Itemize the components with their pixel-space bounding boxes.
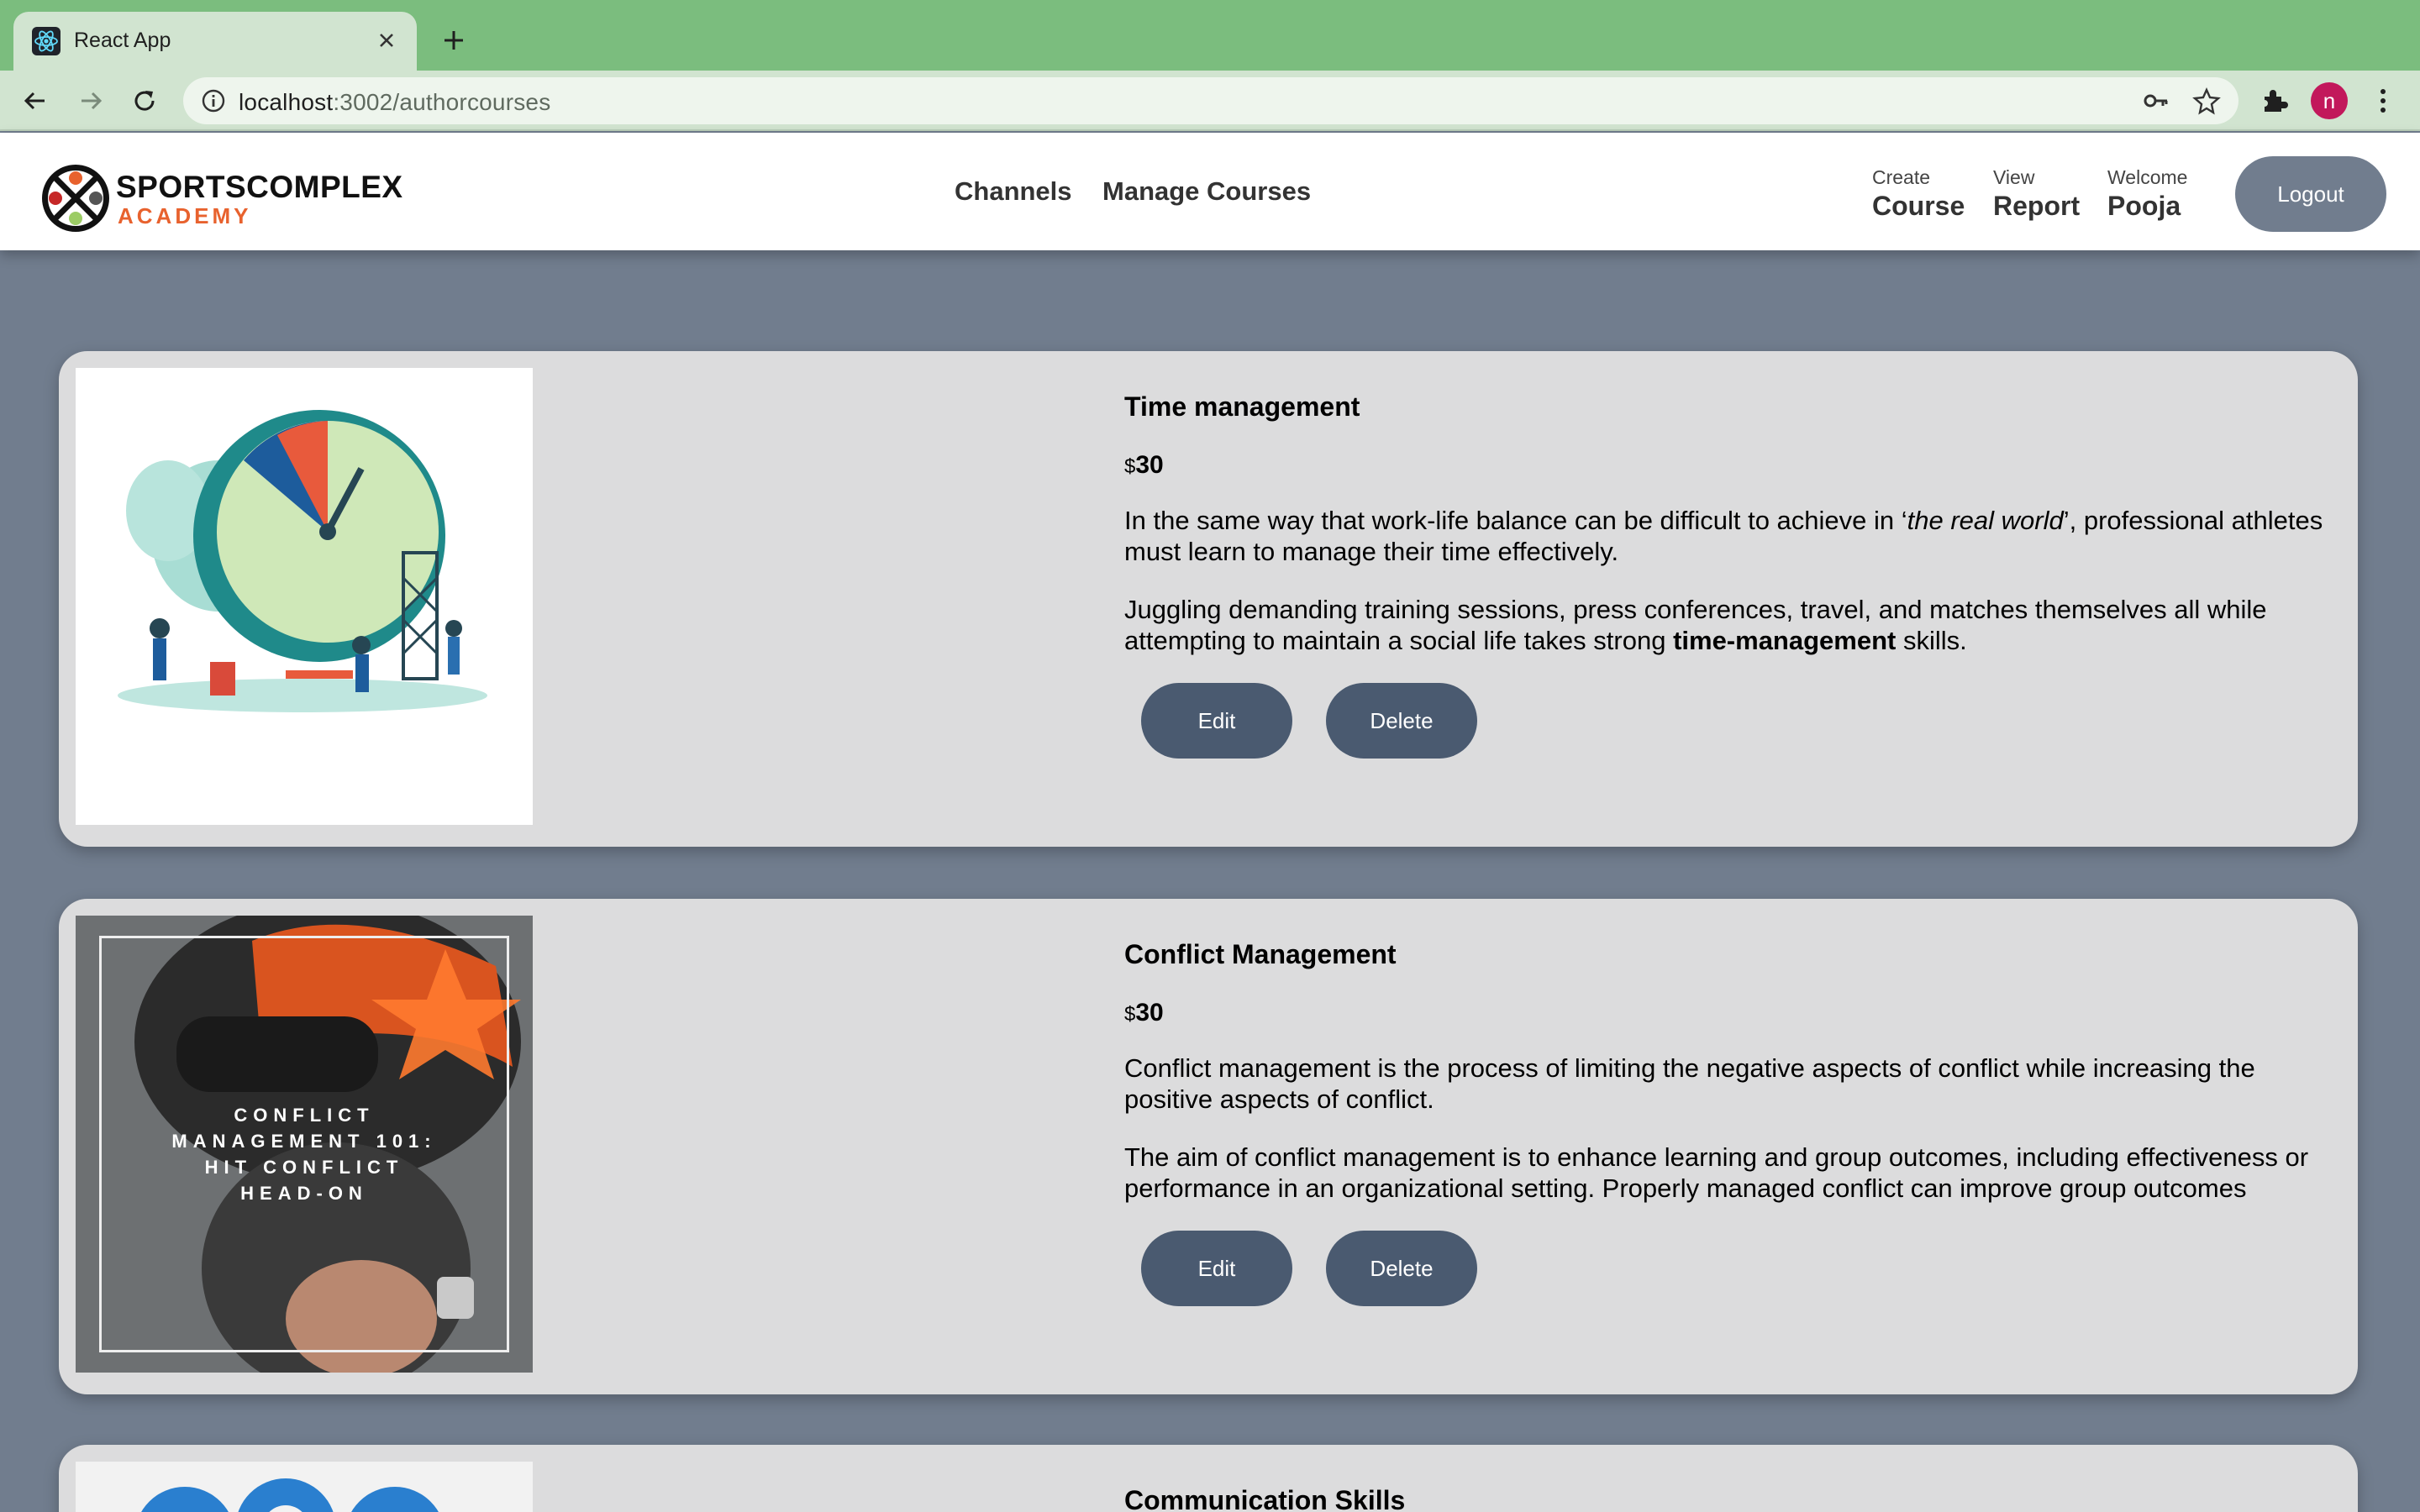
- extensions-icon[interactable]: [2255, 82, 2292, 119]
- course-label: Course: [1872, 191, 1965, 221]
- view-report-link[interactable]: View Report: [1993, 166, 2080, 222]
- price-value: 30: [1135, 999, 1164, 1026]
- close-tab-icon[interactable]: [371, 25, 402, 55]
- nav-manage-courses[interactable]: Manage Courses: [1102, 176, 1311, 207]
- back-icon[interactable]: [17, 82, 54, 119]
- edit-button[interactable]: Edit: [1141, 1231, 1292, 1306]
- currency-symbol: $: [1124, 455, 1136, 478]
- edit-button[interactable]: Edit: [1141, 683, 1292, 759]
- course-description: Juggling demanding training sessions, pr…: [1124, 594, 2334, 656]
- clock-illustration: [118, 410, 487, 712]
- image-caption-line: HEAD-ON: [240, 1183, 368, 1204]
- desc-strong: time-management: [1673, 626, 1897, 655]
- reload-icon[interactable]: [126, 82, 163, 119]
- nav-channels[interactable]: Channels: [955, 176, 1072, 207]
- create-label: Create: [1872, 166, 1931, 188]
- create-course-link[interactable]: Create Course: [1872, 166, 1965, 222]
- view-label: View: [1993, 166, 2035, 188]
- academy-logo-icon: [42, 165, 109, 232]
- course-price: $30: [1124, 999, 2334, 1027]
- price-value: 30: [1135, 451, 1164, 479]
- user-name: Pooja: [2107, 191, 2181, 221]
- desc-text: skills.: [1896, 626, 1967, 655]
- info-icon[interactable]: [200, 87, 227, 114]
- course-details: Time management $30 In the same way that…: [1124, 391, 2334, 759]
- address-bar[interactable]: localhost:3002/authorcourses: [183, 77, 2238, 124]
- image-caption-line: HIT CONFLICT: [204, 1157, 404, 1178]
- logo-title: SPORTSCOMPLEX: [116, 170, 403, 204]
- bookmark-star-icon[interactable]: [2191, 86, 2222, 116]
- course-description: Conflict management is the process of li…: [1124, 1053, 2255, 1114]
- menu-kebab-icon[interactable]: [2365, 82, 2402, 119]
- course-image-conflict-management: CONFLICT MANAGEMENT 101: HIT CONFLICT HE…: [76, 916, 533, 1373]
- course-card: Communication Skills: [59, 1445, 2358, 1512]
- course-description: In the same way that work-life balance c…: [1124, 505, 2334, 567]
- logo[interactable]: SPORTSCOMPLEX ACADEMY: [39, 161, 402, 237]
- course-image-communication-skills: [76, 1462, 533, 1512]
- logout-button[interactable]: Logout: [2235, 156, 2386, 232]
- tab-title: React App: [74, 29, 171, 52]
- course-price: $30: [1124, 451, 2334, 480]
- welcome-user: Welcome Pooja: [2107, 166, 2187, 222]
- new-tab-icon[interactable]: [437, 24, 471, 57]
- logo-subtitle: ACADEMY: [118, 203, 252, 228]
- key-icon[interactable]: [2141, 86, 2171, 116]
- welcome-label: Welcome: [2107, 166, 2188, 188]
- report-label: Report: [1993, 191, 2081, 221]
- course-image-time-management: [76, 368, 533, 825]
- course-details: Conflict Management $30 Conflict managem…: [1124, 939, 2334, 1306]
- currency-symbol: $: [1124, 1003, 1136, 1026]
- course-details: Communication Skills: [1124, 1485, 2334, 1512]
- react-icon: [32, 27, 60, 55]
- course-title: Conflict Management: [1124, 939, 1397, 969]
- course-title: Time management: [1124, 391, 1360, 422]
- browser-tab[interactable]: React App: [13, 12, 417, 71]
- image-caption-line: CONFLICT: [234, 1105, 375, 1126]
- forward-icon[interactable]: [72, 82, 109, 119]
- browser-tab-bar: React App: [0, 0, 2420, 71]
- course-card: Time management $30 In the same way that…: [59, 351, 2358, 847]
- desc-text: In the same way that work-life balance c…: [1124, 506, 1907, 535]
- gears-illustration: [141, 1478, 439, 1512]
- browser-toolbar: localhost:3002/authorcourses: [0, 71, 2420, 131]
- course-card: CONFLICT MANAGEMENT 101: HIT CONFLICT HE…: [59, 899, 2358, 1394]
- url-text: localhost:3002/authorcourses: [239, 89, 550, 116]
- image-caption-line: MANAGEMENT 101:: [171, 1131, 437, 1152]
- course-description: The aim of conflict management is to enh…: [1124, 1142, 2309, 1203]
- url-host: localhost: [239, 89, 334, 115]
- course-title: Communication Skills: [1124, 1485, 1406, 1512]
- delete-button[interactable]: Delete: [1326, 683, 1477, 759]
- image-caption: CONFLICT MANAGEMENT 101: HIT CONFLICT HE…: [76, 1102, 533, 1206]
- app-header: SPORTSCOMPLEX ACADEMY Channels Manage Co…: [0, 133, 2420, 250]
- url-path: :3002/authorcourses: [333, 89, 551, 115]
- course-actions: Edit Delete: [1124, 683, 2334, 759]
- course-actions: Edit Delete: [1124, 1231, 2334, 1306]
- desc-emphasis: the real world: [1907, 506, 2064, 535]
- profile-initial: n: [2323, 87, 2336, 113]
- delete-button[interactable]: Delete: [1326, 1231, 1477, 1306]
- profile-avatar[interactable]: n: [2311, 82, 2348, 119]
